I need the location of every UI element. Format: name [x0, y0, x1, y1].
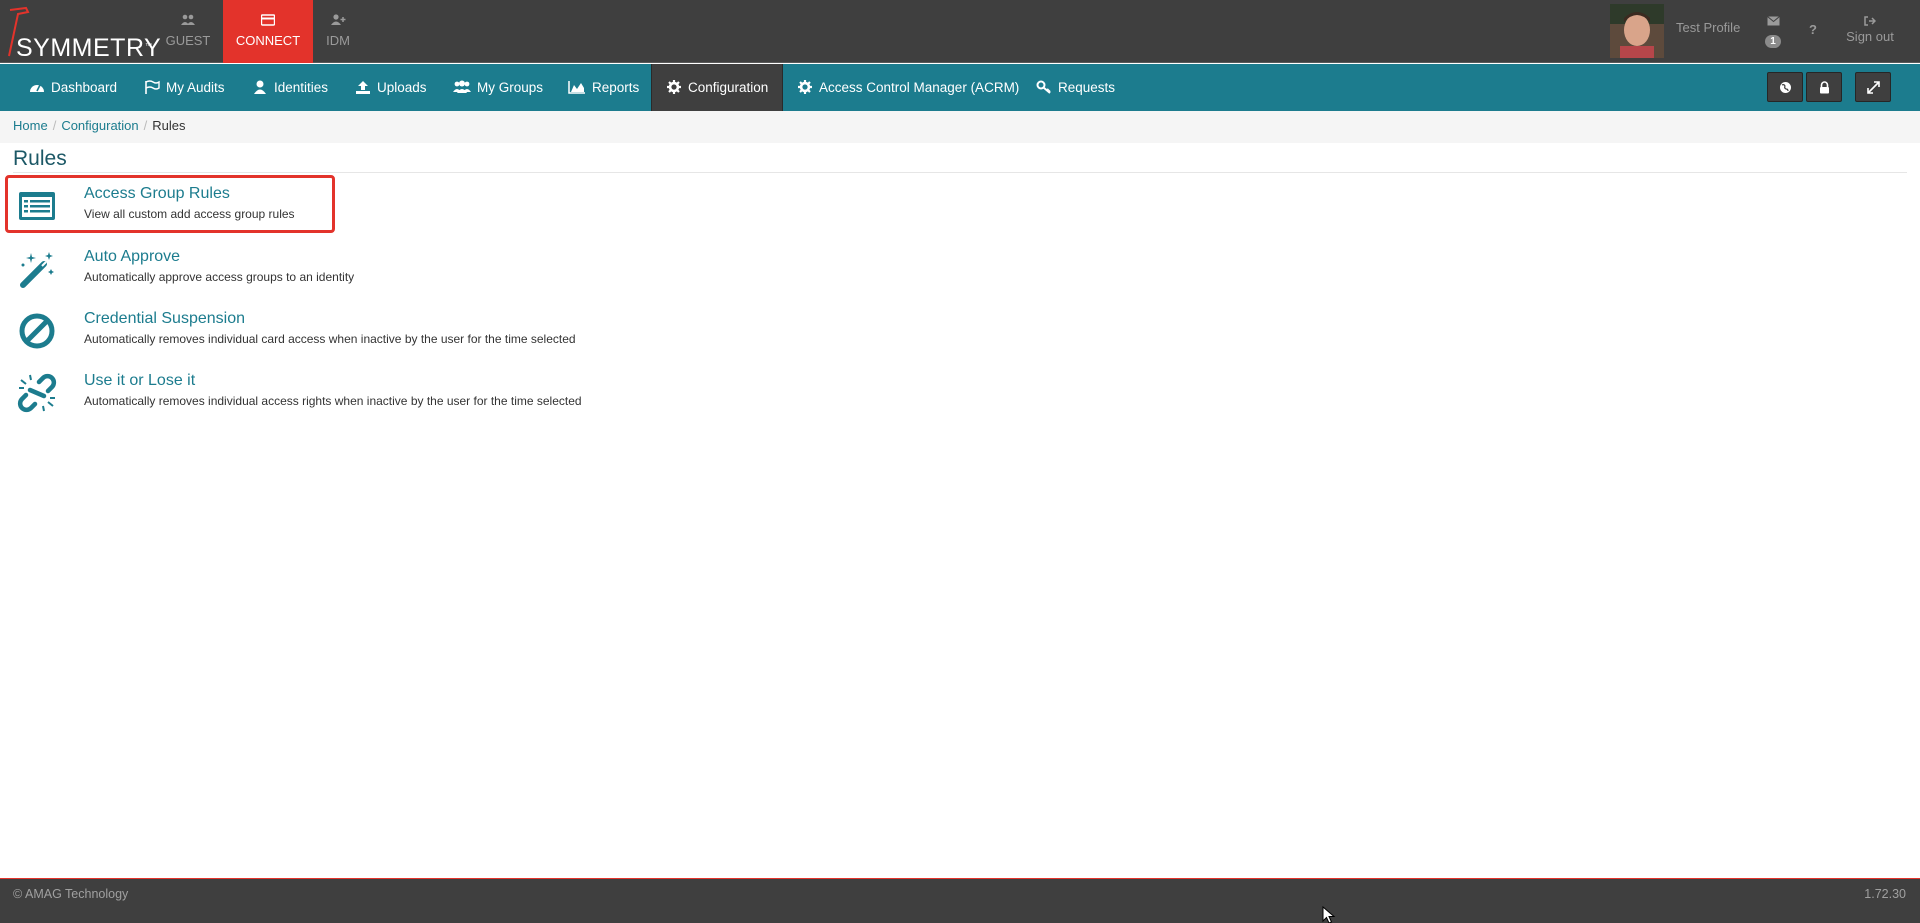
profile-name: Test Profile [1676, 20, 1741, 35]
rule-description: Automatically removes individual access … [84, 394, 582, 408]
app-tab-label: IDM [326, 33, 350, 48]
mouse-cursor-icon [1322, 906, 1336, 923]
nav-label: Uploads [377, 80, 427, 95]
app-tab-label: GUEST [165, 33, 211, 48]
ban-icon [19, 313, 55, 349]
rule-title[interactable]: Credential Suspension [84, 310, 245, 328]
rule-description: View all custom add access group rules [84, 207, 295, 221]
nav-reports[interactable]: Reports [568, 64, 639, 111]
nav-label: Configuration [688, 80, 769, 95]
user-icon [254, 80, 266, 94]
rule-item-access-group-rules[interactable]: Access Group Rules View all custom add a… [5, 175, 335, 233]
rule-description: Automatically approve access groups to a… [84, 270, 355, 284]
messages-badge: 1 [1765, 35, 1781, 48]
gear-icon [667, 80, 681, 94]
magic-wand-icon [20, 252, 54, 288]
breadcrumb-current: Rules [152, 118, 186, 133]
footer-version: 1.72.30 [1864, 887, 1906, 901]
globe-icon [1780, 82, 1791, 93]
profile-link[interactable]: Test Profile [1676, 20, 1740, 35]
sign-out-button[interactable]: Sign out [1845, 14, 1895, 44]
sign-out-label: Sign out [1846, 29, 1894, 44]
nav-label: Requests [1058, 80, 1116, 95]
flag-icon [145, 80, 160, 94]
nav-label: My Groups [477, 80, 544, 95]
dashboard-icon [30, 84, 44, 92]
rule-title[interactable]: Auto Approve [84, 248, 180, 266]
help-button[interactable]: ? [1809, 22, 1817, 37]
title-divider [13, 172, 1907, 173]
card-icon [223, 14, 313, 28]
language-button[interactable] [1767, 72, 1803, 102]
nav-acrm[interactable]: Access Control Manager (ACRM) [797, 64, 1019, 111]
rule-item-use-it-or-lose-it[interactable]: Use it or Lose it Automatically removes … [5, 362, 582, 420]
breadcrumb-separator: / [52, 118, 57, 133]
logo-text: SYMMETRY [16, 34, 162, 62]
footer: © AMAG Technology 1.72.30 [0, 878, 1920, 923]
breadcrumb-home[interactable]: Home [13, 118, 48, 133]
users-icon [158, 14, 218, 28]
app-tab-guest[interactable]: GUEST [158, 0, 218, 63]
breadcrumb: Home / Configuration / Rules [0, 111, 1920, 143]
nav-label: My Audits [166, 80, 225, 95]
nav-configuration[interactable]: Configuration [651, 64, 784, 111]
app-tab-idm[interactable]: IDM [316, 0, 360, 63]
key-icon [1036, 80, 1051, 94]
symmetry-logo[interactable]: SYMMETRY ™ [6, 6, 161, 62]
app-tab-connect[interactable]: CONNECT [223, 0, 313, 63]
rule-item-auto-approve[interactable]: Auto Approve Automatically approve acces… [5, 238, 354, 296]
lock-button[interactable] [1806, 72, 1842, 102]
nav-identities[interactable]: Identities [252, 64, 328, 111]
lock-icon [1820, 81, 1829, 94]
nav-label: Identities [274, 80, 329, 95]
breadcrumb-separator: / [143, 118, 148, 133]
nav-uploads[interactable]: Uploads [355, 64, 427, 111]
upload-icon [356, 81, 370, 94]
app-tab-label: CONNECT [235, 33, 301, 48]
expand-icon [1867, 81, 1880, 94]
rule-title[interactable]: Access Group Rules [84, 185, 230, 203]
nav-dashboard[interactable]: Dashboard [29, 64, 117, 111]
user-plus-icon [316, 14, 360, 28]
breadcrumb-configuration[interactable]: Configuration [61, 118, 138, 133]
sign-out-icon [1864, 16, 1877, 26]
top-header: SYMMETRY ™ GUEST CONNECT IDM Test Profil… [0, 0, 1920, 63]
gear-icon [798, 80, 812, 94]
footer-copyright: © AMAG Technology [13, 887, 129, 901]
nav-label: Access Control Manager (ACRM) [819, 80, 1020, 95]
nav-my-audits[interactable]: My Audits [144, 64, 225, 111]
logo-trademark: ™ [145, 43, 152, 50]
avatar[interactable] [1610, 4, 1664, 58]
rule-description: Automatically removes individual card ac… [84, 332, 576, 346]
list-alt-icon [19, 192, 55, 220]
help-icon: ? [1809, 22, 1817, 37]
area-chart-icon [568, 81, 585, 94]
rule-item-credential-suspension[interactable]: Credential Suspension Automatically remo… [5, 300, 576, 358]
nav-my-groups[interactable]: My Groups [453, 64, 543, 111]
messages-button[interactable]: 1 [1762, 14, 1784, 48]
nav-label: Reports [592, 80, 640, 95]
rule-title[interactable]: Use it or Lose it [84, 372, 195, 390]
nav-requests[interactable]: Requests [1036, 64, 1115, 111]
group-icon [453, 80, 471, 93]
envelope-icon [1766, 16, 1780, 26]
nav-label: Dashboard [51, 80, 118, 95]
page-title: Rules [13, 147, 67, 170]
broken-link-icon [17, 373, 57, 413]
fullscreen-button[interactable] [1855, 72, 1891, 102]
main-nav: Dashboard My Audits Identities Uploads M… [0, 64, 1920, 111]
